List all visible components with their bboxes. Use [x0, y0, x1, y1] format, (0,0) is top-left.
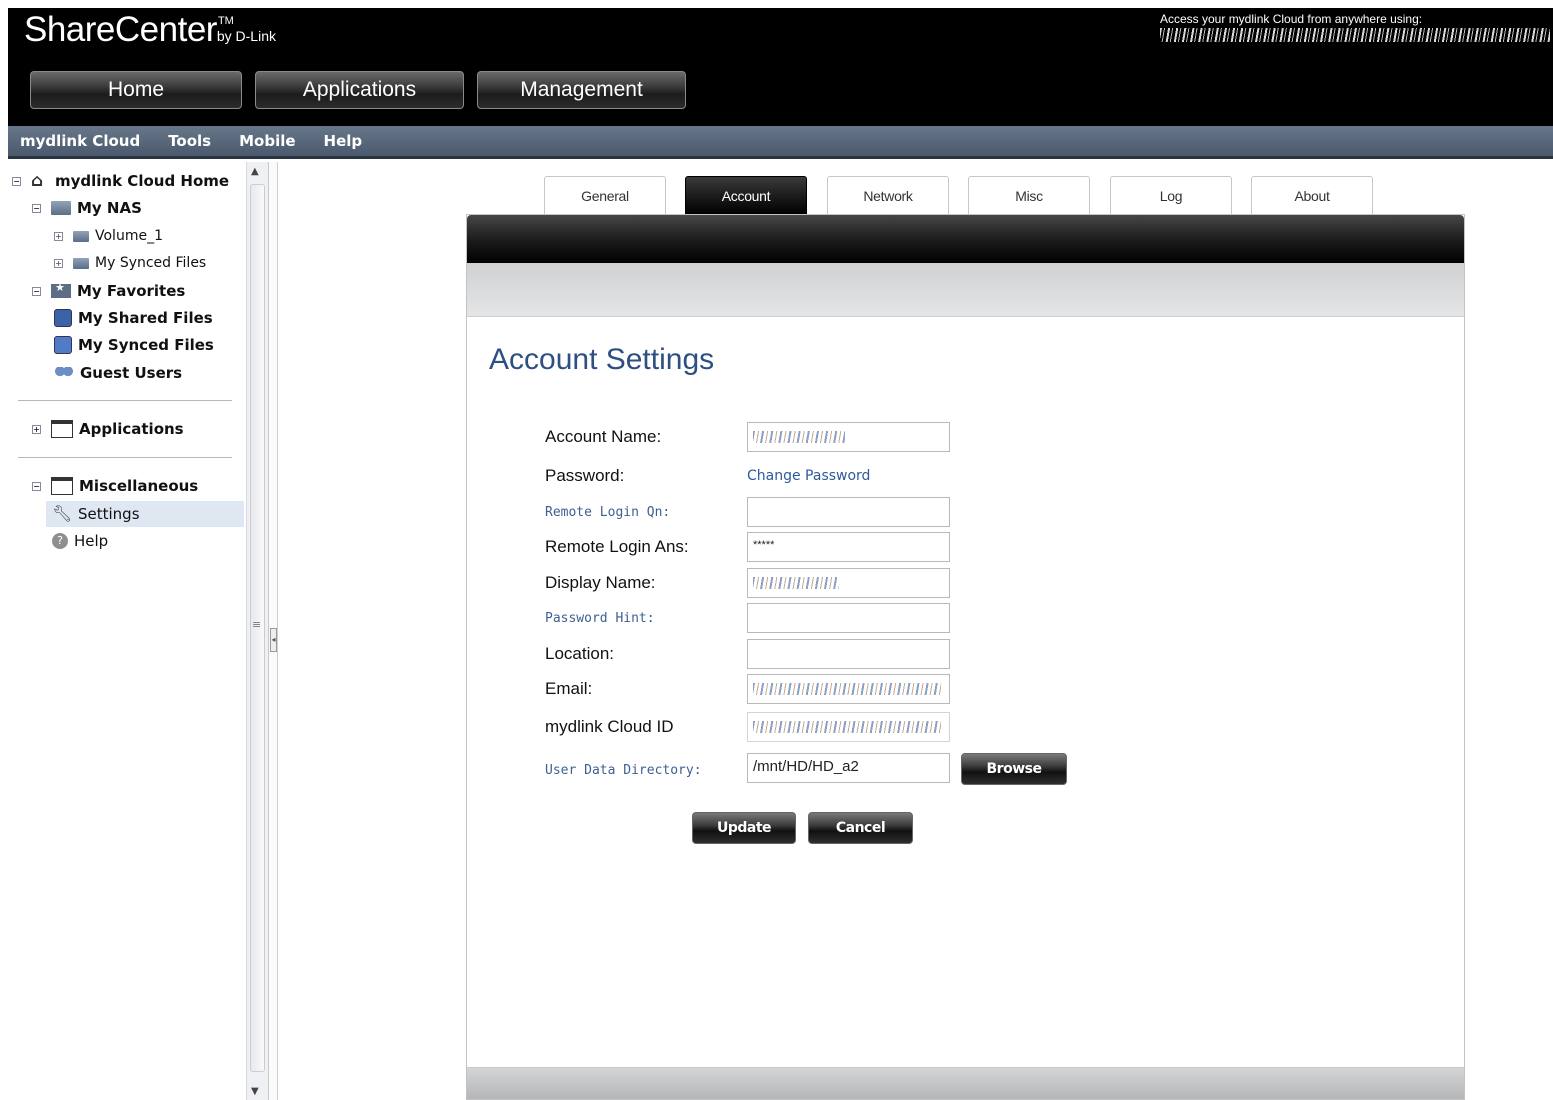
main-tab-applications[interactable]: Applications — [255, 71, 464, 109]
tree-item-my-favorites[interactable]: − My Favorites — [32, 278, 185, 304]
account-name-field[interactable] — [747, 422, 950, 452]
window-icon — [51, 477, 73, 495]
panel-splitter[interactable]: ◂ — [268, 162, 278, 1100]
menu-mydlink-cloud[interactable]: mydlink Cloud — [20, 132, 140, 150]
update-button[interactable]: Update — [692, 812, 796, 844]
tree-item-my-shared-files[interactable]: My Shared Files — [54, 305, 213, 331]
menu-mobile[interactable]: Mobile — [239, 132, 295, 150]
remote-login-answer-field[interactable]: ***** — [747, 532, 950, 562]
folder-icon — [73, 230, 89, 242]
tree-item-my-synced-files-sub[interactable]: + My Synced Files — [54, 250, 206, 276]
scroll-down-arrow-icon[interactable]: ▼ — [251, 1086, 259, 1097]
password-hint-label: Password Hint: — [545, 610, 655, 626]
cloud-id-field — [747, 712, 950, 742]
user-data-directory-field[interactable]: /mnt/HD/HD_a2 — [747, 753, 950, 783]
collapse-icon[interactable]: − — [32, 481, 41, 491]
favorites-icon — [51, 281, 71, 298]
window-icon — [51, 420, 73, 438]
tree-item-guest-users[interactable]: Guest Users — [54, 360, 182, 386]
tree-item-volume-1[interactable]: + Volume_1 — [54, 223, 163, 249]
remote-login-question-label: Remote Login Qn: — [545, 504, 671, 520]
scrollbar-grip-icon: ≡ — [252, 618, 262, 631]
tab-misc[interactable]: Misc — [968, 176, 1090, 214]
home-icon: ⌂ — [31, 171, 44, 191]
cloud-access-banner: Access your mydlink Cloud from anywhere … — [1160, 12, 1550, 42]
obscured-value — [753, 683, 941, 695]
brand-logo: ShareCenterTMby D-Link — [24, 10, 276, 49]
folder-icon — [73, 257, 89, 269]
cloud-access-urls-obscured — [1160, 28, 1550, 42]
cloud-id-label: mydlink Cloud ID — [545, 717, 674, 736]
obscured-value — [753, 577, 839, 589]
divider — [18, 457, 232, 458]
collapse-sidebar-icon[interactable]: ◂ — [270, 628, 277, 652]
account-panel: Account Settings Account Name: Password:… — [466, 214, 1465, 1100]
menu-tools[interactable]: Tools — [168, 132, 211, 150]
cancel-button[interactable]: Cancel — [808, 812, 913, 844]
tab-account[interactable]: Account — [685, 176, 807, 214]
display-name-field[interactable] — [747, 568, 950, 598]
browse-button[interactable]: Browse — [961, 753, 1067, 785]
tree-item-settings[interactable]: 🔧︎ Settings — [46, 501, 244, 527]
collapse-icon[interactable]: − — [32, 203, 41, 213]
menu-help[interactable]: Help — [324, 132, 363, 150]
main-tab-home[interactable]: Home — [30, 71, 242, 109]
email-field[interactable] — [747, 674, 950, 704]
sharecenter-app: ShareCenterTMby D-Link Access your mydli… — [0, 0, 1553, 1100]
panel-header-bar — [467, 215, 1464, 263]
email-label: Email: — [545, 679, 593, 698]
password-label: Password: — [545, 466, 625, 485]
display-name-label: Display Name: — [545, 573, 656, 592]
account-name-label: Account Name: — [545, 427, 662, 446]
location-field[interactable] — [747, 639, 950, 669]
header: ShareCenterTMby D-Link Access your mydli… — [8, 8, 1553, 126]
help-icon: ? — [52, 533, 68, 549]
scroll-up-arrow-icon[interactable]: ▲ — [251, 166, 259, 177]
tree-item-miscellaneous[interactable]: − Miscellaneous — [32, 473, 198, 499]
users-icon — [54, 367, 74, 379]
tree-item-my-synced-files[interactable]: My Synced Files — [54, 332, 214, 358]
obscured-value — [753, 431, 845, 443]
expand-icon[interactable]: + — [32, 424, 41, 434]
password-hint-field[interactable] — [747, 603, 950, 633]
main-tab-management[interactable]: Management — [477, 71, 686, 109]
shared-files-icon — [54, 309, 72, 327]
expand-icon[interactable]: + — [54, 231, 63, 241]
cloud-access-text: Access your mydlink Cloud from anywhere … — [1160, 12, 1423, 26]
remote-login-question-field[interactable] — [747, 497, 950, 527]
tab-general[interactable]: General — [544, 176, 666, 214]
sidebar-tree: − ⌂ mydlink Cloud Home − My NAS + Volume… — [8, 162, 244, 1100]
content-area: General Account Network Misc Log About A… — [279, 162, 1553, 1100]
page-title: Account Settings — [489, 343, 715, 376]
user-data-directory-label: User Data Directory: — [545, 762, 702, 778]
change-password-link[interactable]: Change Password — [747, 461, 870, 491]
menu-bar: mydlink Cloud Tools Mobile Help — [8, 126, 1553, 159]
panel-subheader-bar — [467, 263, 1464, 317]
remote-login-answer-label: Remote Login Ans: — [545, 537, 689, 556]
expand-icon[interactable]: + — [54, 258, 63, 268]
collapse-icon[interactable]: − — [12, 176, 21, 186]
tree-item-my-nas[interactable]: − My NAS — [32, 195, 142, 221]
tab-network[interactable]: Network — [827, 176, 949, 214]
tree-item-applications[interactable]: + Applications — [32, 416, 184, 442]
folder-icon — [51, 201, 71, 215]
tab-about[interactable]: About — [1251, 176, 1373, 214]
synced-files-icon — [54, 336, 72, 354]
location-label: Location: — [545, 644, 614, 663]
tree-item-mydlink-cloud-home[interactable]: − ⌂ mydlink Cloud Home — [12, 168, 229, 194]
sidebar-scrollbar[interactable]: ▲ ≡ ▼ — [246, 162, 268, 1100]
wrench-icon: 🔧︎ — [52, 504, 73, 523]
obscured-value — [753, 721, 941, 733]
divider — [18, 400, 232, 401]
tree-item-help[interactable]: ? Help — [52, 528, 108, 554]
tab-log[interactable]: Log — [1110, 176, 1232, 214]
collapse-icon[interactable]: − — [32, 286, 41, 296]
panel-footer-bar — [467, 1067, 1464, 1099]
